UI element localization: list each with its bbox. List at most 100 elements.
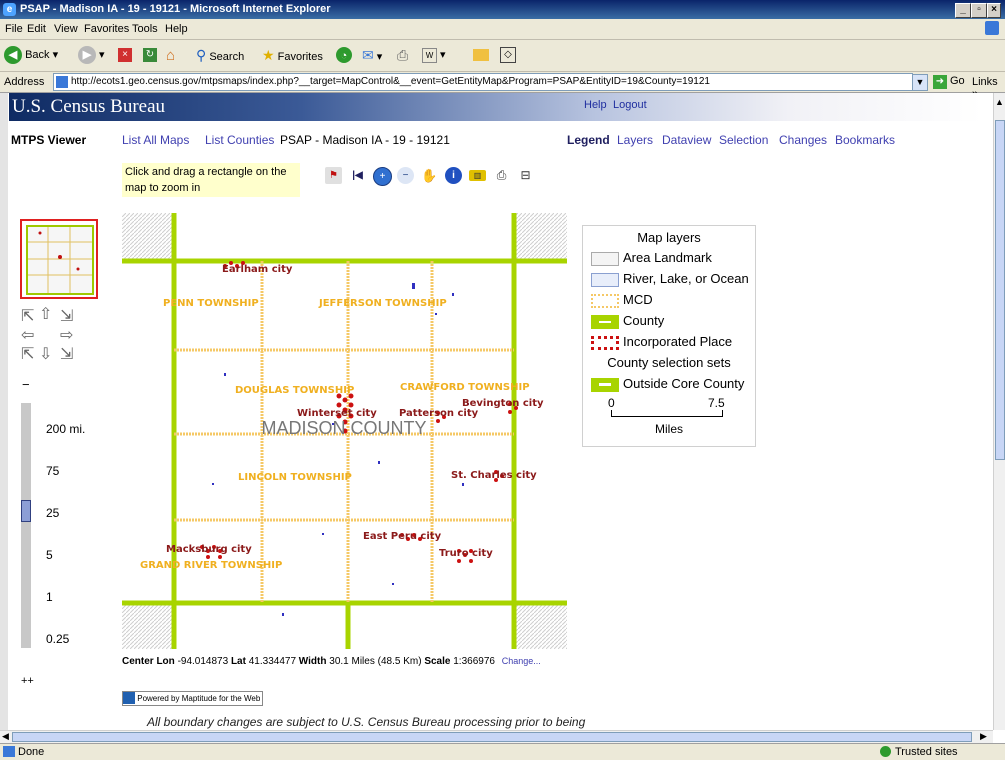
refresh-icon: ↻ (143, 48, 157, 63)
favorites-button[interactable]: ★ Favorites (262, 45, 323, 66)
township-label-crawford: CRAWFORD TOWNSHIP (400, 382, 530, 393)
star-icon: ★ (262, 47, 275, 63)
mcd-swatch (591, 294, 619, 308)
horizontal-scroll-thumb[interactable] (12, 732, 972, 742)
pan-east-icon[interactable]: ⇨ (60, 325, 73, 345)
zoom-level-1[interactable]: 1 (46, 590, 53, 604)
print-map-icon[interactable]: ⎙ (493, 167, 510, 184)
go-button[interactable]: ➜ Go (933, 75, 965, 89)
history-button[interactable]: ◔ (336, 45, 352, 66)
menu-help[interactable]: Help (165, 23, 188, 35)
status-text: Done (18, 746, 45, 758)
water-swatch (591, 273, 619, 287)
map-canvas[interactable]: MADISON COUNTY PENN TOWNSHIP JEFFERSON T… (122, 213, 567, 649)
tab-changes[interactable]: Changes (779, 133, 827, 147)
measure-ruler-icon[interactable]: ▥ (469, 170, 486, 181)
export-icon[interactable]: ⊟ (517, 167, 534, 184)
mail-button[interactable]: ✉ ▾ (362, 45, 382, 66)
forward-button[interactable]: ▶ ▾ (78, 45, 105, 66)
list-all-maps-link[interactable]: List All Maps (122, 133, 189, 147)
home-button[interactable]: ⌂ (166, 45, 175, 66)
info-icon[interactable]: i (445, 167, 462, 184)
menu-view[interactable]: View (54, 23, 78, 35)
minimize-button[interactable]: _ (955, 3, 971, 18)
zoom-out-icon[interactable]: − (397, 167, 414, 184)
zoom-plus-button[interactable]: ++ (21, 675, 34, 687)
zoom-level-200[interactable]: 200 mi. (46, 422, 85, 436)
bookmark-tool-icon[interactable]: ⚑ (325, 167, 342, 184)
zoom-slider-thumb[interactable] (21, 500, 31, 522)
back-button[interactable]: ◀ Back ▾ (4, 45, 58, 66)
place-swatch (591, 336, 619, 350)
scroll-left-icon[interactable]: ◀ (2, 731, 9, 742)
logout-link[interactable]: Logout (613, 99, 647, 111)
place-label-earlham: Earlham city (222, 264, 293, 275)
previous-extent-icon[interactable]: |◀ (349, 167, 366, 184)
powered-by-badge[interactable]: Powered by Maptitude for the Web (122, 691, 263, 706)
page-left-edge (0, 93, 8, 730)
change-scale-link[interactable]: Change... (502, 656, 541, 666)
address-dropdown[interactable]: ▼ (912, 74, 928, 91)
stop-button[interactable]: × (118, 45, 132, 66)
zoom-level-25[interactable]: 25 (46, 506, 59, 520)
scale-min: 0 (608, 396, 615, 410)
address-url: http://ecots1.geo.census.gov/mtpsmaps/in… (71, 76, 710, 87)
scroll-up-icon[interactable]: ▲ (995, 97, 1004, 107)
scale-unit: Miles (654, 422, 683, 436)
vertical-scroll-thumb[interactable] (995, 120, 1005, 460)
vertical-scrollbar[interactable]: ▲ (993, 93, 1005, 730)
place-label-east-peru: East Peru city (363, 531, 442, 542)
zoom-minus-button[interactable]: − (22, 377, 30, 392)
edit-button[interactable]: W ▾ (422, 45, 446, 66)
pan-northeast-icon[interactable]: ⇲ (60, 306, 73, 326)
township-label-penn: PENN TOWNSHIP (163, 298, 259, 309)
pan-southwest-icon[interactable]: ⇱ (21, 344, 34, 364)
folder-button[interactable] (473, 45, 489, 66)
list-counties-link[interactable]: List Counties (205, 133, 274, 147)
menu-tools[interactable]: Tools (132, 23, 158, 35)
print-button[interactable]: ⎙ (397, 45, 408, 66)
zoom-level-5[interactable]: 5 (46, 548, 53, 562)
messenger-button[interactable]: ◇ (500, 45, 516, 66)
center-lon-value: -94.014873 (177, 656, 229, 667)
address-input[interactable]: http://ecots1.geo.census.gov/mtpsmaps/in… (53, 73, 913, 91)
search-label: Search (209, 51, 245, 63)
overview-map[interactable] (20, 219, 98, 299)
menu-file[interactable]: File (5, 23, 23, 35)
help-link[interactable]: Help (584, 99, 607, 111)
tab-dataview[interactable]: Dataview (662, 133, 711, 147)
pan-south-icon[interactable]: ⇩ (39, 344, 52, 364)
tab-layers[interactable]: Layers (617, 133, 653, 147)
breadcrumb: PSAP - Madison IA - 19 - 19121 (280, 133, 450, 147)
zoom-slider-track[interactable] (21, 403, 31, 648)
zoom-level-75[interactable]: 75 (46, 464, 59, 478)
pan-west-icon[interactable]: ⇦ (21, 325, 34, 345)
overview-extent (26, 225, 94, 295)
search-button[interactable]: ⚲ Search (196, 45, 244, 66)
zoom-level-025[interactable]: 0.25 (46, 632, 69, 646)
menu-bar: File Edit View Favorites Tools Help (0, 19, 1005, 40)
menu-favorites[interactable]: Favorites (84, 23, 129, 35)
pan-north-icon[interactable]: ⇧ (39, 304, 52, 324)
tab-selection[interactable]: Selection (719, 133, 768, 147)
scale-max: 7.5 (708, 396, 725, 410)
legend-label: Incorporated Place (623, 334, 733, 349)
pan-hand-icon[interactable]: ✋ (421, 167, 438, 184)
horizontal-scrollbar[interactable]: ◀ ▶ (0, 730, 993, 743)
refresh-button[interactable]: ↻ (143, 45, 157, 66)
status-panes (770, 745, 890, 758)
scroll-right-icon[interactable]: ▶ (980, 731, 987, 742)
nav-bar: MTPS Viewer List All Maps List Counties … (9, 133, 983, 149)
home-icon: ⌂ (166, 47, 176, 64)
scale-label: Scale (424, 656, 451, 667)
tab-legend[interactable]: Legend (567, 133, 610, 147)
zoom-in-icon[interactable]: + (373, 167, 392, 186)
map-info: Center Lon -94.014873 Lat 41.334477 Widt… (122, 656, 541, 667)
close-button[interactable]: × (987, 3, 1001, 18)
pan-southeast-icon[interactable]: ⇲ (60, 344, 73, 364)
pan-northwest-icon[interactable]: ⇱ (21, 306, 34, 326)
tab-bookmarks[interactable]: Bookmarks (835, 133, 895, 147)
township-label-lincoln: LINCOLN TOWNSHIP (238, 472, 352, 483)
maximize-button[interactable]: ▫ (971, 3, 987, 18)
menu-edit[interactable]: Edit (27, 23, 46, 35)
